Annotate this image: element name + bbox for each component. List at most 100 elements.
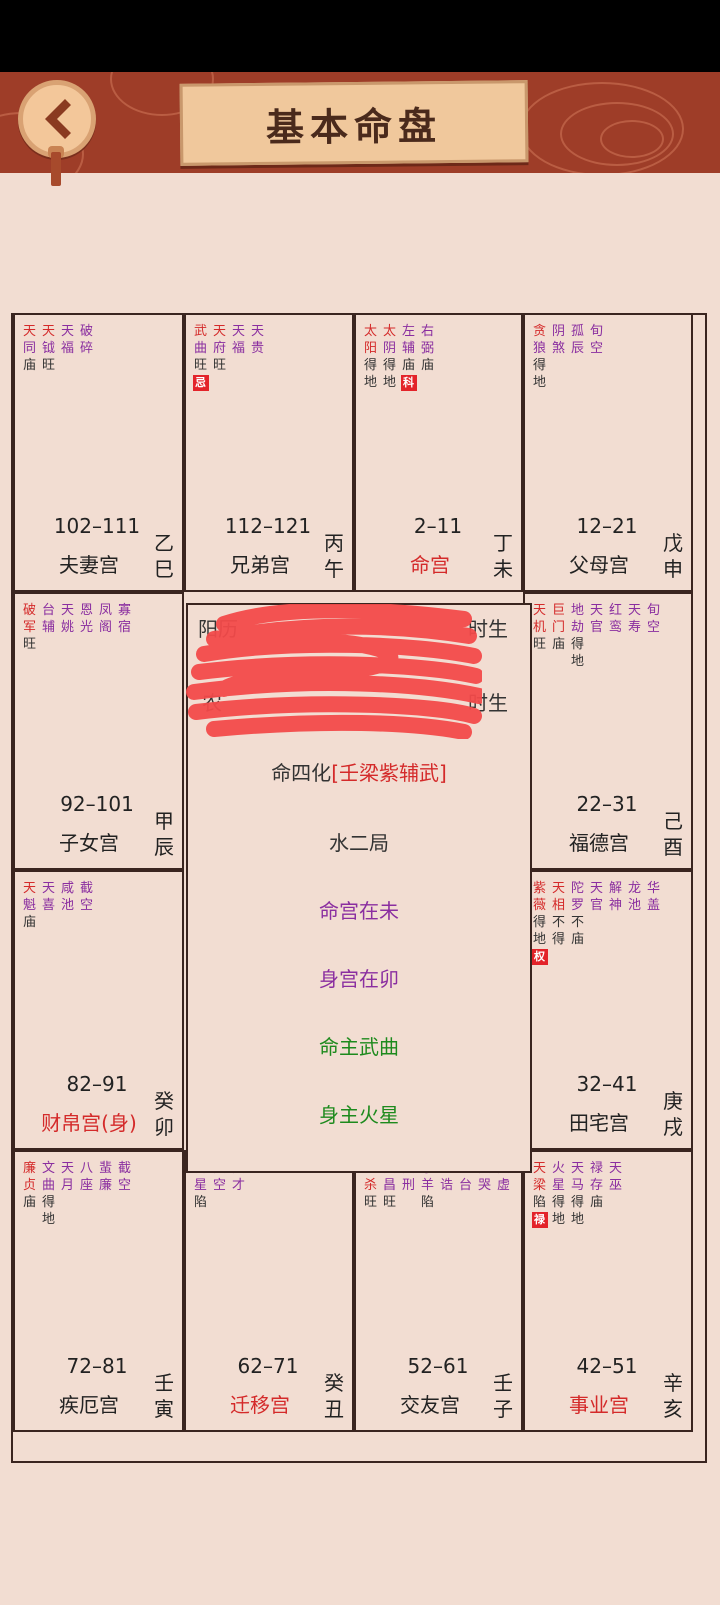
ganzhi-char: 庚 (663, 1089, 683, 1113)
star-char: 寡 (117, 603, 131, 618)
star-column: 天官 (588, 602, 605, 670)
star-column: 陀罗不庙 (569, 880, 586, 965)
star-column: 龙池 (626, 880, 643, 965)
ganzhi-label: 辛亥 (661, 1370, 685, 1422)
star-char: 盖 (646, 898, 660, 913)
star-char: 曲 (193, 341, 207, 356)
brightness-char: 旺 (532, 637, 546, 652)
ganzhi-label: 癸丑 (322, 1370, 346, 1422)
star-column: 天姚 (59, 602, 76, 653)
star-char: 星 (551, 1178, 565, 1193)
star-char: 光 (79, 620, 93, 635)
sihua-badge: 权 (531, 949, 548, 965)
palace-cell-xu[interactable]: 紫薇得地权天相不得陀罗不庙天官解神龙池华盖 32–41 田宅宫庚戌 (523, 870, 693, 1150)
brightness-char: 庙 (22, 915, 36, 930)
palace-cell-hai[interactable]: 天梁陷禄火星得地天马得地禄存庙天巫 42–51 事业宫辛亥 (523, 1150, 693, 1432)
star-list: 破军旺台辅天姚恩光凤阁寡宿 (21, 602, 133, 653)
star-char: 鸾 (608, 620, 622, 635)
star-column: 天相不得 (550, 880, 567, 965)
star-column: 天府旺 (211, 323, 228, 391)
ganzhi-char: 己 (663, 809, 683, 833)
palace-name: 命宫 (410, 553, 450, 577)
palace-cell-yin[interactable]: 廉贞庙文曲得地天月八座蜚廉截空 72–81 疾厄宫壬寅 (13, 1150, 184, 1432)
palace-name: 疾厄宫 (59, 1393, 119, 1417)
palace-cell-wei[interactable]: 太阳得地太阴得地左辅庙科右弼庙 2–11 命宫丁未 (354, 313, 523, 592)
brightness-char: 旺 (382, 1195, 396, 1210)
star-char: 哭 (477, 1178, 491, 1193)
star-list: 太阳得地太阴得地左辅庙科右弼庙 (362, 323, 436, 391)
star-char: 廉 (22, 1161, 36, 1176)
ganzhi-char: 午 (324, 557, 344, 581)
ganzhi-char: 甲 (154, 809, 174, 833)
star-column: 天福 (59, 323, 76, 374)
star-column: 天官 (588, 880, 605, 965)
star-char: 天 (627, 603, 641, 618)
star-char: 神 (608, 898, 622, 913)
star-column: 台辅 (40, 602, 57, 653)
palace-name: 财帛宫(身) (41, 1111, 137, 1135)
sihua-value: [壬梁紫辅武] (331, 761, 447, 785)
star-char: 天 (41, 324, 55, 339)
star-column: 截空 (78, 880, 95, 931)
star-list: 天同庙天钺旺天福破碎 (21, 323, 95, 374)
star-column: 旬空 (645, 602, 662, 670)
star-char: 座 (79, 1178, 93, 1193)
page-title: 基本命盘 (265, 102, 443, 150)
sihua-badge: 忌 (192, 375, 209, 391)
star-column: 八座 (78, 1160, 95, 1228)
brightness-char: 庙 (420, 358, 434, 373)
brightness-char: 得 (570, 1195, 584, 1210)
star-column: 巨门庙 (550, 602, 567, 670)
star-list: 紫薇得地权天相不得陀罗不庙天官解神龙池华盖 (531, 880, 662, 965)
star-char: 梁 (532, 1178, 546, 1193)
star-list: 廉贞庙文曲得地天月八座蜚廉截空 (21, 1160, 133, 1228)
star-char: 巫 (608, 1178, 622, 1193)
brightness-char: 地 (41, 1212, 55, 1227)
brightness-char: 得 (551, 1195, 565, 1210)
sihua-label: 命四化 (271, 761, 332, 785)
star-char: 池 (60, 898, 74, 913)
star-char: 天 (22, 881, 36, 896)
star-char: 破 (79, 324, 93, 339)
star-char: 蜚 (98, 1161, 112, 1176)
ganzhi-label: 己酉 (661, 808, 685, 860)
star-char: 恩 (79, 603, 93, 618)
palace-cell-wu[interactable]: 武曲旺忌天府旺天福天贵 112–121 兄弟宫丙午 (184, 313, 354, 592)
palace-cell-you[interactable]: 天机旺巨门庙地劫得地天官红鸾天寿旬空 22–31 福德宫己酉 (523, 592, 693, 870)
star-column: 天机旺 (531, 602, 548, 670)
palace-cell-shen[interactable]: 贪狼得地阴煞孤辰旬空 12–21 父母宫戊申 (523, 313, 693, 592)
star-char: 天 (532, 603, 546, 618)
star-char: 太 (363, 324, 377, 339)
star-column: 天钺旺 (40, 323, 57, 374)
ganzhi-char: 未 (493, 557, 513, 581)
star-char: 旬 (646, 603, 660, 618)
palace-cell-mao[interactable]: 天魁庙天喜咸池截空 82–91 财帛宫(身) 癸卯 (13, 870, 184, 1150)
star-char: 府 (212, 341, 226, 356)
age-range: 62–71 (237, 1354, 299, 1378)
status-bar (0, 0, 720, 72)
shen-zhu: 身主火星 (319, 1103, 399, 1127)
star-char: 机 (532, 620, 546, 635)
star-column: 紫薇得地权 (531, 880, 548, 965)
palace-cell-chen[interactable]: 破军旺台辅天姚恩光凤阁寡宿 92–101 子女宫甲辰 (13, 592, 184, 870)
ganzhi-char: 丑 (324, 1397, 344, 1421)
ganzhi-label: 壬寅 (152, 1370, 176, 1422)
star-char: 魁 (22, 898, 36, 913)
star-char: 左 (401, 324, 415, 339)
star-char: 天 (608, 1161, 622, 1176)
star-char: 池 (627, 898, 641, 913)
palace-cell-si[interactable]: 天同庙天钺旺天福破碎 102–111 夫妻宫乙巳 (13, 313, 184, 592)
brightness-char: 地 (551, 1212, 565, 1227)
ganzhi-label: 庚戌 (661, 1088, 685, 1140)
palace-cell-zi[interactable]: 七杀旺文昌旺天刑擎羊陷封诰三台天哭天虚52–61交友宫壬子 (354, 1150, 523, 1432)
brightness-char: 旺 (22, 637, 36, 652)
star-column: 天贵 (249, 323, 266, 391)
brightness-char: 地 (363, 375, 377, 390)
star-char: 空 (646, 620, 660, 635)
brightness-char: 得 (570, 637, 584, 652)
ganzhi-char: 子 (493, 1397, 513, 1421)
star-column: 文曲得地 (40, 1160, 57, 1228)
age-range: 82–91 (66, 1072, 128, 1096)
star-column: 贪狼得地 (531, 323, 548, 391)
palace-cell-chou[interactable]: 铃星陷天空天才62–71迁移宫癸丑 (184, 1150, 354, 1432)
